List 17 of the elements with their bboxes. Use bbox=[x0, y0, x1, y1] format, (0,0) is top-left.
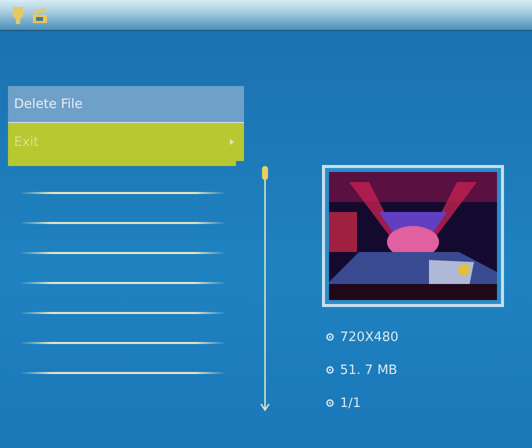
file-row-line[interactable] bbox=[20, 372, 226, 374]
file-row-line[interactable] bbox=[20, 282, 226, 284]
file-row-line[interactable] bbox=[20, 312, 226, 314]
clapperboard-icon bbox=[32, 7, 48, 23]
scrollbar[interactable] bbox=[258, 164, 272, 414]
info-text: 1/1 bbox=[340, 396, 361, 410]
plug-icon bbox=[12, 5, 24, 25]
info-text: 720X480 bbox=[340, 330, 399, 344]
bullet-icon bbox=[326, 366, 334, 374]
file-row-line[interactable] bbox=[20, 342, 226, 344]
bullet-icon bbox=[326, 399, 334, 407]
file-row-line[interactable] bbox=[20, 222, 226, 224]
file-row-line[interactable] bbox=[20, 192, 226, 194]
menu-item[interactable]: Exit bbox=[8, 122, 244, 161]
info-text: 51. 7 MB bbox=[340, 362, 398, 378]
bullet-icon bbox=[326, 333, 334, 341]
file-row-line[interactable] bbox=[20, 252, 226, 254]
